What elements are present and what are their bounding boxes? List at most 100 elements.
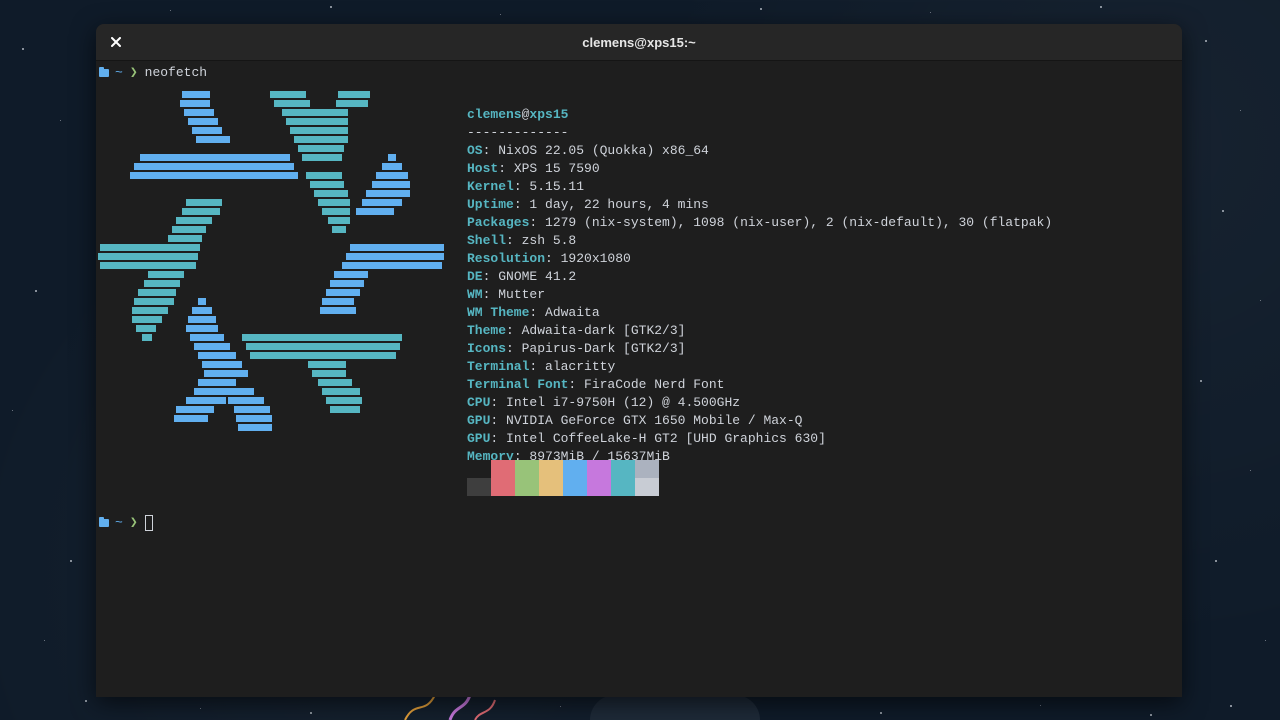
logo-bar	[286, 118, 348, 125]
info-key: OS	[467, 143, 483, 158]
info-colon: :	[482, 269, 499, 284]
logo-bar	[172, 226, 206, 233]
logo-bar	[310, 181, 344, 188]
logo-bar	[312, 370, 346, 377]
info-colon: :	[529, 305, 546, 320]
logo-bar	[318, 199, 350, 206]
prompt-line-active[interactable]: ~ ❯	[99, 514, 153, 532]
info-row: Terminal Font: FiraCode Nerd Font	[467, 376, 1052, 394]
color-swatch	[611, 460, 635, 496]
prompt-line: ~ ❯ neofetch	[99, 64, 207, 82]
logo-bar	[228, 397, 264, 404]
logo-bar	[130, 172, 298, 179]
logo-bar	[338, 91, 370, 98]
folder-icon	[99, 517, 109, 527]
close-button[interactable]	[106, 32, 126, 52]
logo-bar	[382, 163, 402, 170]
info-value: 5.15.11	[529, 179, 585, 194]
color-swatch	[467, 460, 491, 496]
info-row: Icons: Papirus-Dark [GTK2/3]	[467, 340, 1052, 358]
prompt-command: neofetch	[144, 65, 208, 80]
info-colon: :	[513, 197, 530, 212]
system-info: clemens@xps15 ------------- OS: NixOS 22…	[467, 106, 1052, 466]
logo-bar	[176, 217, 212, 224]
color-swatch	[539, 460, 563, 496]
logo-bar	[144, 280, 180, 287]
info-row: WM Theme: Adwaita	[467, 304, 1052, 322]
logo-bar	[192, 307, 212, 314]
logo-bar	[346, 253, 444, 260]
logo-bar	[182, 208, 220, 215]
info-value: Intel i7-9750H (12) @ 4.500GHz	[506, 395, 741, 410]
logo-bar	[356, 208, 394, 215]
logo-bar	[222, 388, 254, 395]
logo-bar	[186, 397, 226, 404]
info-row: GPU: Intel CoffeeLake-H GT2 [UHD Graphic…	[467, 430, 1052, 448]
color-palette	[467, 460, 659, 496]
info-value: GNOME 41.2	[498, 269, 577, 284]
info-key: GPU	[467, 413, 491, 428]
logo-bar	[234, 406, 270, 413]
logo-bar	[362, 199, 402, 206]
logo-bar	[204, 370, 248, 377]
color-swatch	[515, 460, 539, 496]
logo-bar	[298, 145, 344, 152]
info-key: Terminal Font	[467, 377, 569, 392]
logo-bar	[134, 298, 174, 305]
logo-bar	[322, 208, 350, 215]
info-colon: :	[506, 233, 522, 248]
info-value: XPS 15 7590	[513, 161, 600, 176]
info-key: Kernel	[467, 179, 514, 194]
logo-bar	[332, 226, 346, 233]
info-row: DE: GNOME 41.2	[467, 268, 1052, 286]
info-value: Adwaita	[545, 305, 600, 320]
logo-bar	[328, 217, 350, 224]
logo-bar	[202, 361, 242, 368]
info-row: Kernel: 5.15.11	[467, 178, 1052, 196]
logo-bar	[388, 154, 396, 161]
logo-bar	[132, 307, 168, 314]
logo-bar	[270, 91, 306, 98]
info-value: Adwaita-dark [GTK2/3]	[521, 323, 686, 338]
info-host: xps15	[529, 107, 569, 122]
info-key: GPU	[467, 431, 491, 446]
logo-bar	[188, 118, 218, 125]
prompt-directory: ~	[115, 515, 123, 530]
logo-bar	[238, 424, 272, 431]
info-key: Resolution	[467, 251, 546, 266]
logo-bar	[342, 262, 442, 269]
info-row: Theme: Adwaita-dark [GTK2/3]	[467, 322, 1052, 340]
color-swatch	[491, 460, 515, 496]
info-value: FiraCode Nerd Font	[584, 377, 725, 392]
info-colon: :	[529, 359, 546, 374]
logo-bar	[186, 199, 222, 206]
info-key: WM	[467, 287, 483, 302]
logo-bar	[184, 109, 214, 116]
logo-bar	[180, 100, 210, 107]
prompt-directory: ~	[115, 65, 123, 80]
info-key: CPU	[467, 395, 491, 410]
info-row: GPU: NVIDIA GeForce GTX 1650 Mobile / Ma…	[467, 412, 1052, 430]
logo-bar	[334, 271, 368, 278]
info-row: WM: Mutter	[467, 286, 1052, 304]
window-titlebar[interactable]: clemens@xps15:~	[96, 24, 1182, 61]
logo-bar	[132, 316, 162, 323]
info-key: Host	[467, 161, 499, 176]
info-value: Intel CoffeeLake-H GT2 [UHD Graphics 630…	[506, 431, 826, 446]
nixos-logo	[98, 91, 444, 431]
logo-bar	[350, 244, 444, 251]
info-colon: :	[482, 287, 499, 302]
logo-bar	[174, 415, 208, 422]
color-swatch	[563, 460, 587, 496]
terminal-content[interactable]: ~ ❯ neofetch clemens@xps15 -------------…	[96, 61, 1182, 697]
logo-bar	[290, 127, 348, 134]
color-swatch	[635, 460, 659, 496]
text-cursor	[144, 515, 153, 531]
logo-bar	[198, 379, 236, 386]
info-value: Papirus-Dark [GTK2/3]	[521, 341, 686, 356]
logo-bar	[326, 397, 362, 404]
info-row: Terminal: alacritty	[467, 358, 1052, 376]
logo-bar	[336, 100, 368, 107]
info-row: Host: XPS 15 7590	[467, 160, 1052, 178]
logo-bar	[318, 379, 352, 386]
